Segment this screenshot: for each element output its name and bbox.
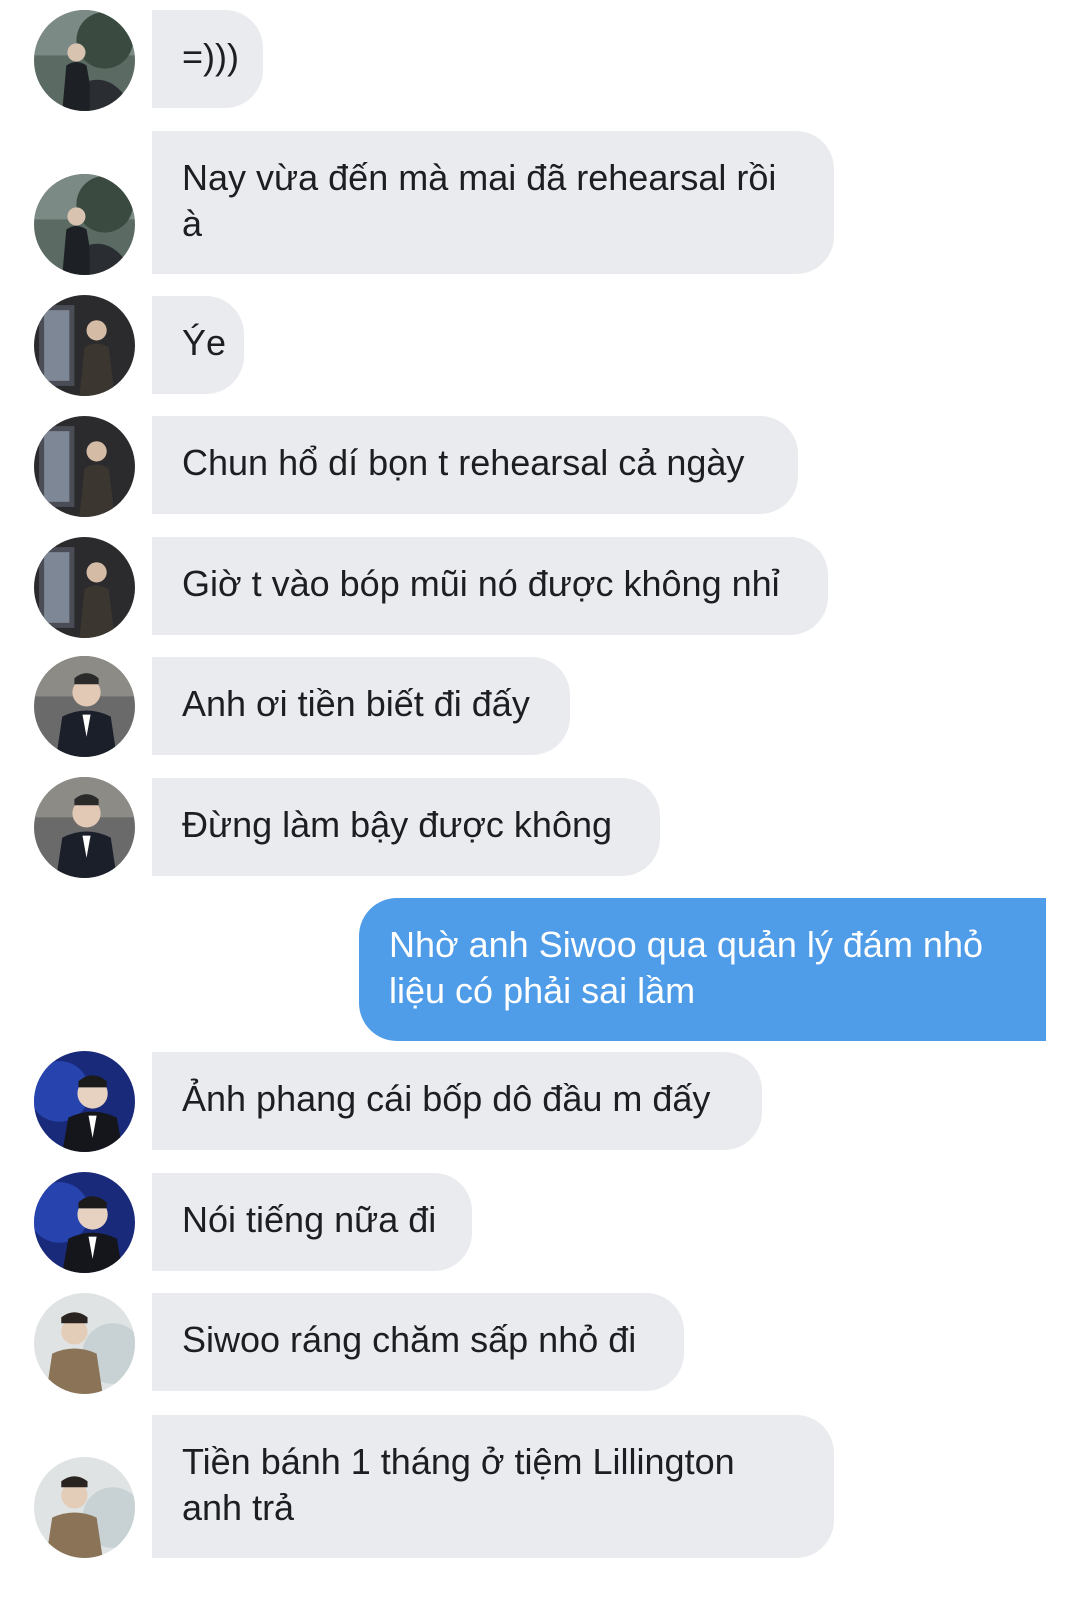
avatar[interactable] [34, 777, 135, 878]
message-bubble[interactable]: Ảnh phang cái bốp dô đầu m đấy [152, 1052, 762, 1150]
avatar-photo-icon [34, 416, 135, 517]
avatar[interactable] [34, 1457, 135, 1558]
avatar[interactable] [34, 537, 135, 638]
avatar-photo-icon [34, 1457, 135, 1558]
avatar[interactable] [34, 10, 135, 111]
avatar-photo-icon [34, 1051, 135, 1152]
message-bubble[interactable]: Siwoo ráng chăm sấp nhỏ đi [152, 1293, 684, 1391]
avatar-photo-icon [34, 1293, 135, 1394]
message-bubble[interactable]: Chun hổ dí bọn t rehearsal cả ngày [152, 416, 798, 514]
avatar[interactable] [34, 174, 135, 275]
avatar-photo-icon [34, 10, 135, 111]
message-bubble[interactable]: Nay vừa đến mà mai đã rehearsal rồi à [152, 131, 834, 274]
message-bubble[interactable]: =))) [152, 10, 263, 108]
avatar-photo-icon [34, 295, 135, 396]
avatar[interactable] [34, 416, 135, 517]
message-bubble[interactable]: Nói tiếng nữa đi [152, 1173, 472, 1271]
avatar-photo-icon [34, 174, 135, 275]
avatar[interactable] [34, 1172, 135, 1273]
message-bubble[interactable]: Anh ơi tiền biết đi đấy [152, 657, 570, 755]
my-message-bubble[interactable]: Nhờ anh Siwoo qua quản lý đám nhỏ liệu c… [359, 898, 1046, 1041]
message-bubble[interactable]: Tiền bánh 1 tháng ở tiệm Lillington anh … [152, 1415, 834, 1558]
avatar-photo-icon [34, 1172, 135, 1273]
avatar-photo-icon [34, 656, 135, 757]
message-bubble[interactable]: Ýe [152, 296, 244, 394]
avatar[interactable] [34, 1293, 135, 1394]
avatar-photo-icon [34, 777, 135, 878]
avatar-photo-icon [34, 537, 135, 638]
avatar[interactable] [34, 1051, 135, 1152]
avatar[interactable] [34, 295, 135, 396]
message-bubble[interactable]: Giờ t vào bóp mũi nó được không nhỉ [152, 537, 828, 635]
message-bubble[interactable]: Đừng làm bậy được không [152, 778, 660, 876]
avatar[interactable] [34, 656, 135, 757]
